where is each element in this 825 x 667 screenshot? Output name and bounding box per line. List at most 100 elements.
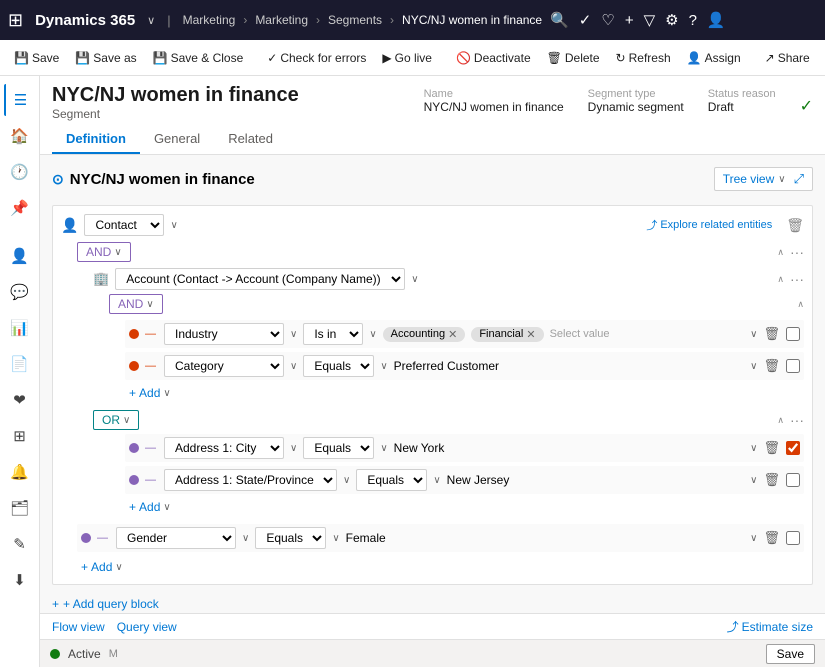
delete-root-icon[interactable]: 🗑 xyxy=(786,217,804,234)
city-field-select[interactable]: Address 1: City xyxy=(164,437,284,459)
user-icon[interactable]: 👤 xyxy=(707,11,726,29)
group2-collapse-icon[interactable]: ∧ xyxy=(777,416,784,425)
category-checkbox[interactable] xyxy=(786,359,800,373)
top-nav-icons: 🔍 ✓ ♡ + ▽ ⚙ ? 👤 xyxy=(550,11,726,29)
group2-add-button[interactable]: + Add ∨ xyxy=(125,498,804,516)
search-icon[interactable]: 🔍 xyxy=(550,11,569,29)
settings-icon[interactable]: ⚙ xyxy=(665,11,678,29)
sidebar-icon-recent[interactable]: 🕐 xyxy=(4,156,36,188)
industry-delete-icon[interactable]: 🗑 xyxy=(763,326,780,342)
save-as-button[interactable]: 💾Save as xyxy=(69,48,142,68)
collapse-up-icon[interactable]: ∧ xyxy=(777,248,784,257)
financial-close[interactable]: ✕ xyxy=(526,328,535,341)
industry-op-select[interactable]: Is in xyxy=(303,323,363,345)
main-layout: ☰ 🏠 🕐 📌 👤 💬 📊 📄 ❤ ⊞ 🔔 🗂 ✎ ⬇ NYC/NJ women… xyxy=(0,76,825,667)
group2-collapse[interactable]: ∧ xyxy=(777,416,784,425)
flow-view-link[interactable]: Flow view xyxy=(52,620,105,634)
assign-button[interactable]: 👤Assign xyxy=(681,48,747,68)
root-add-chevron: ∨ xyxy=(115,562,122,573)
root-entity-select[interactable]: Contact xyxy=(84,214,164,236)
sidebar-icon-home[interactable]: 🏠 xyxy=(4,120,36,152)
app-chevron[interactable]: ∨ xyxy=(147,14,155,27)
accounting-close[interactable]: ✕ xyxy=(448,328,457,341)
sidebar-icon-heart[interactable]: ❤ xyxy=(4,384,36,416)
sidebar-icon-edit[interactable]: ✎ xyxy=(4,528,36,560)
query-view-link[interactable]: Query view xyxy=(117,620,177,634)
gender-op-select[interactable]: Equals xyxy=(255,527,326,549)
root-add-button[interactable]: + Add ∨ xyxy=(77,558,804,576)
state-op-select[interactable]: Equals xyxy=(356,469,427,491)
group1-entity-select[interactable]: Account (Contact -> Account (Company Nam… xyxy=(115,268,405,290)
sidebar-icon-chart[interactable]: 📊 xyxy=(4,312,36,344)
refresh-button[interactable]: ↻Refresh xyxy=(610,48,677,68)
city-op-select[interactable]: Equals xyxy=(303,437,374,459)
sidebar-icon-folder[interactable]: 🗂 xyxy=(4,492,36,524)
sidebar-icon-bell[interactable]: 🔔 xyxy=(4,456,36,488)
gender-checkbox[interactable] xyxy=(786,531,800,545)
group1-collapse2-icon[interactable]: ∧ xyxy=(797,300,804,309)
expand-icon[interactable]: ⤢ xyxy=(794,171,804,187)
estimate-size-button[interactable]: ⤴ Estimate size xyxy=(727,618,813,635)
tab-related[interactable]: Related xyxy=(214,125,287,154)
sidebar-icon-menu[interactable]: ☰ xyxy=(4,84,36,116)
root-entity-chevron: ∨ xyxy=(170,220,177,231)
deactivate-button[interactable]: 🚫Deactivate xyxy=(450,48,537,68)
waffle-icon[interactable]: ⊞ xyxy=(8,10,23,31)
sidebar-icon-doc[interactable]: 📄 xyxy=(4,348,36,380)
delete-button[interactable]: 🗑Delete xyxy=(541,48,606,68)
industry-op-chevron: ∨ xyxy=(369,329,376,340)
state-field-select[interactable]: Address 1: State/Province xyxy=(164,469,337,491)
category-field-select[interactable]: Category xyxy=(164,355,284,377)
industry-checkbox[interactable] xyxy=(786,327,800,341)
status-text: Active xyxy=(68,647,101,661)
group1-collapse-icon[interactable]: ∧ xyxy=(777,275,784,284)
save-button[interactable]: 💾Save xyxy=(8,48,65,68)
root-more-icon[interactable]: ··· xyxy=(790,244,804,260)
category-delete-icon[interactable]: 🗑 xyxy=(763,358,780,374)
checkmark-icon[interactable]: ✓ xyxy=(579,11,592,29)
tab-definition[interactable]: Definition xyxy=(52,125,140,154)
explore-related-button[interactable]: ⤴ Explore related entities xyxy=(646,217,772,233)
help-icon[interactable]: ? xyxy=(689,12,697,29)
state-checkbox[interactable] xyxy=(786,473,800,487)
save-close-button[interactable]: 💾Save & Close xyxy=(147,48,250,68)
tree-view-button[interactable]: Tree view ∨ ⤢ xyxy=(714,167,813,191)
filter-icon[interactable]: ▽ xyxy=(644,11,656,29)
root-collapse-icons[interactable]: ∧ xyxy=(777,248,784,257)
sidebar-icon-down[interactable]: ⬇ xyxy=(4,564,36,596)
group1-and-button[interactable]: AND ∨ xyxy=(109,294,163,314)
industry-field-select[interactable]: Industry xyxy=(164,323,284,345)
nav-marketing2[interactable]: Marketing xyxy=(255,13,308,27)
condition-industry-icon xyxy=(129,329,139,339)
tab-general[interactable]: General xyxy=(140,125,214,154)
group2-more-icon[interactable]: ··· xyxy=(790,412,804,428)
group2-or-button[interactable]: OR ∨ xyxy=(93,410,139,430)
heart-icon[interactable]: ♡ xyxy=(601,11,614,29)
group1-more-icon[interactable]: ··· xyxy=(790,271,804,287)
city-checkbox[interactable] xyxy=(786,441,800,455)
add-icon[interactable]: + xyxy=(625,12,634,29)
group1-add-button[interactable]: + Add ∨ xyxy=(125,384,804,402)
sidebar-icon-pinned[interactable]: 📌 xyxy=(4,192,36,224)
sidebar-icon-chat[interactable]: 💬 xyxy=(4,276,36,308)
share-button[interactable]: ↗Share xyxy=(759,48,816,68)
gender-field-select[interactable]: Gender xyxy=(116,527,236,549)
sidebar-icon-grid[interactable]: ⊞ xyxy=(4,420,36,452)
emails-button[interactable]: 📧Emails xyxy=(820,48,825,68)
go-live-button[interactable]: ▶Go live xyxy=(376,48,438,68)
nav-segments[interactable]: Segments xyxy=(328,13,382,27)
group1-collapse[interactable]: ∧ xyxy=(777,275,784,284)
condition-dash5: — xyxy=(97,532,108,544)
sidebar-icon-contacts[interactable]: 👤 xyxy=(4,240,36,272)
root-and-button[interactable]: AND ∨ xyxy=(77,242,131,262)
gender-delete-icon[interactable]: 🗑 xyxy=(763,530,780,546)
state-delete-icon[interactable]: 🗑 xyxy=(763,472,780,488)
category-op-select[interactable]: Equals xyxy=(303,355,374,377)
add-query-block-button[interactable]: + + Add query block xyxy=(52,591,813,613)
status-save-button[interactable]: Save xyxy=(766,644,815,664)
check-errors-button[interactable]: ✓Check for errors xyxy=(261,48,372,68)
condition-state: — Address 1: State/Province ∨ Equals ∨ N… xyxy=(125,466,804,494)
group1-collapse2[interactable]: ∧ xyxy=(797,300,804,309)
nav-marketing[interactable]: Marketing xyxy=(183,13,236,27)
city-delete-icon[interactable]: 🗑 xyxy=(763,440,780,456)
